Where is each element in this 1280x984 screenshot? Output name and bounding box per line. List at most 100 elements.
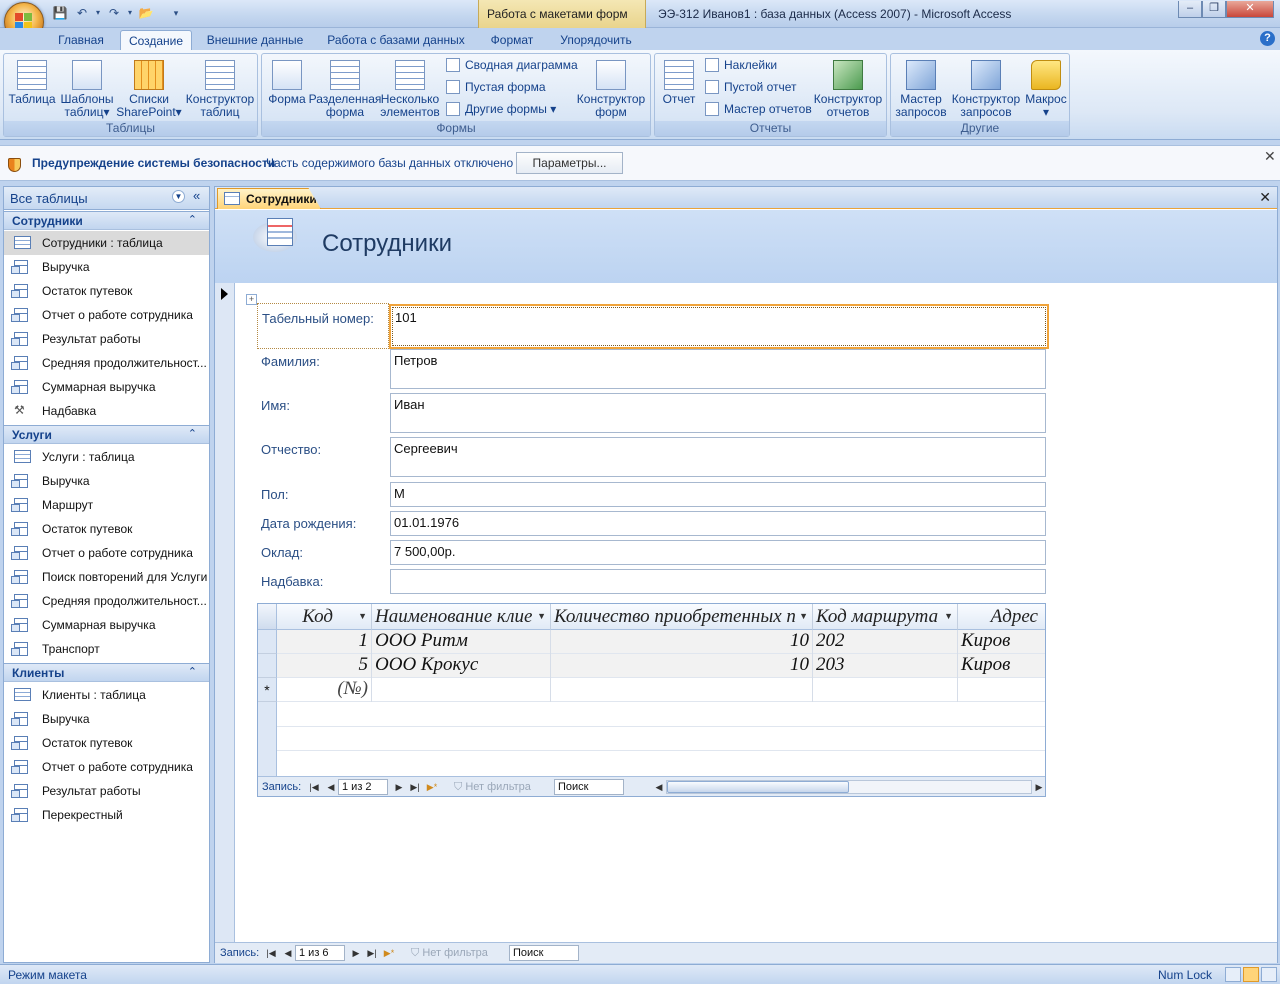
column-header-route-code[interactable]: Код маршрута ▼ xyxy=(813,604,958,630)
subform-record-position[interactable]: 1 из 2 xyxy=(338,779,388,795)
first-record-icon[interactable]: |◀ xyxy=(264,946,278,960)
form-view-icon[interactable] xyxy=(1225,967,1241,982)
table-cell[interactable]: 202 xyxy=(813,630,958,654)
labels-button[interactable]: Наклейки xyxy=(705,55,777,75)
field-value[interactable]: Сергеевич xyxy=(390,437,1046,477)
prev-record-icon[interactable]: ◀ xyxy=(324,780,338,794)
table-button[interactable]: Таблица xyxy=(7,60,57,106)
open-folder-icon[interactable]: 📂 xyxy=(138,5,154,21)
tab-arrange[interactable]: Упорядочить xyxy=(550,30,642,50)
column-header-client-name[interactable]: Наименование клие ▼ xyxy=(372,604,551,630)
nav-item[interactable]: Поиск повторений для Услуги xyxy=(4,565,209,589)
nav-item[interactable]: Результат работы xyxy=(4,327,209,351)
query-designer-button[interactable]: Конструктор запросов xyxy=(949,60,1023,119)
field-value[interactable]: 7 500,00р. xyxy=(390,540,1046,565)
record-selector[interactable] xyxy=(215,283,235,942)
nav-group-header[interactable]: Сотрудники ⌃ xyxy=(4,211,209,230)
prev-record-icon[interactable]: ◀ xyxy=(281,946,295,960)
document-tab-employees[interactable]: Сотрудники xyxy=(217,188,321,209)
collapse-group-icon[interactable]: ⌃ xyxy=(188,427,197,440)
nav-collapse-icon[interactable]: « xyxy=(193,188,200,203)
nav-item[interactable]: Перекрестный xyxy=(4,803,209,827)
subform-search-input[interactable]: Поиск xyxy=(554,779,624,795)
table-cell[interactable]: 10 xyxy=(551,630,813,654)
nav-item[interactable]: Сотрудники : таблица xyxy=(4,231,209,255)
new-record-icon[interactable]: ▶* xyxy=(382,946,396,960)
blank-report-button[interactable]: Пустой отчет xyxy=(705,77,797,97)
nav-item[interactable]: Выручка xyxy=(4,255,209,279)
navigation-pane-header[interactable]: Все таблицы ▼ « xyxy=(4,187,209,210)
nav-group-header[interactable]: Услуги ⌃ xyxy=(4,425,209,444)
close-document-icon[interactable]: ✕ xyxy=(1259,189,1271,206)
table-templates-button[interactable]: Шаблоны таблиц▾ xyxy=(59,60,115,119)
design-view-icon[interactable] xyxy=(1261,967,1277,982)
next-record-icon[interactable]: ▶ xyxy=(349,946,363,960)
horizontal-scrollbar[interactable] xyxy=(666,780,1032,794)
close-message-bar-icon[interactable]: ✕ xyxy=(1264,148,1276,165)
blank-form-button[interactable]: Пустая форма xyxy=(446,77,546,97)
layout-view-icon[interactable] xyxy=(1243,967,1259,982)
table-cell[interactable]: ООО Крокус xyxy=(372,654,551,678)
sharepoint-lists-button[interactable]: Списки SharePoint▾ xyxy=(116,60,182,119)
form-record-position[interactable]: 1 из 6 xyxy=(295,945,345,961)
field-value[interactable] xyxy=(390,569,1046,594)
nav-item[interactable]: Средняя продолжительност... xyxy=(4,351,209,375)
redo-dropdown-icon[interactable]: ▾ xyxy=(122,5,138,21)
form-designer-button[interactable]: Конструктор форм xyxy=(574,60,648,119)
field-value[interactable]: М xyxy=(390,482,1046,507)
table-cell[interactable]: 203 xyxy=(813,654,958,678)
nav-item[interactable]: Остаток путевок xyxy=(4,731,209,755)
nav-item[interactable]: Услуги : таблица xyxy=(4,445,209,469)
customize-qat-icon[interactable]: ▾ xyxy=(168,5,184,21)
column-header-quantity[interactable]: Количество приобретенных п ▼ xyxy=(551,604,813,630)
row-selector[interactable] xyxy=(258,654,277,678)
redo-icon[interactable]: ↷ xyxy=(106,5,122,21)
table-cell[interactable]: 5 xyxy=(277,654,372,678)
field-value[interactable]: Иван xyxy=(390,393,1046,433)
table-cell[interactable]: Киров xyxy=(958,630,1045,654)
nav-item[interactable]: Остаток путевок xyxy=(4,279,209,303)
pivot-chart-button[interactable]: Сводная диаграмма xyxy=(446,55,578,75)
other-forms-button[interactable]: Другие формы ▾ xyxy=(446,99,556,119)
row-selector[interactable] xyxy=(258,630,277,654)
nav-item[interactable]: Результат работы xyxy=(4,779,209,803)
field-value[interactable]: Петров xyxy=(390,349,1046,389)
report-designer-button[interactable]: Конструктор отчетов xyxy=(811,60,885,119)
tab-create[interactable]: Создание xyxy=(120,30,192,51)
undo-icon[interactable]: ↶ xyxy=(74,5,90,21)
form-no-filter-label[interactable]: ⛉ Нет фильтра xyxy=(411,947,488,960)
scroll-left-icon[interactable]: ◀ xyxy=(652,780,666,794)
report-wizard-button[interactable]: Мастер отчетов xyxy=(705,99,812,119)
multiple-items-button[interactable]: Несколько элементов xyxy=(380,60,440,119)
select-all-corner[interactable] xyxy=(258,604,277,630)
form-button[interactable]: Форма xyxy=(266,60,308,106)
nav-item[interactable]: Выручка xyxy=(4,469,209,493)
report-button[interactable]: Отчет xyxy=(659,60,699,106)
scrollbar-thumb[interactable] xyxy=(667,781,849,793)
collapse-group-icon[interactable]: ⌃ xyxy=(188,665,197,678)
table-cell[interactable]: Киров xyxy=(958,654,1045,678)
column-header-code[interactable]: Код ▼ xyxy=(277,604,372,630)
help-icon[interactable]: ? xyxy=(1260,31,1275,46)
nav-item[interactable]: Транспорт xyxy=(4,637,209,661)
table-row-new[interactable]: * (№) xyxy=(258,678,1045,702)
nav-item[interactable]: Маршрут xyxy=(4,493,209,517)
tab-external-data[interactable]: Внешние данные xyxy=(200,30,310,50)
table-designer-button[interactable]: Конструктор таблиц xyxy=(184,60,256,119)
nav-item[interactable]: Отчет о работе сотрудника xyxy=(4,541,209,565)
nav-item[interactable]: ⚒ Надбавка xyxy=(4,399,209,423)
nav-item[interactable]: Клиенты : таблица xyxy=(4,683,209,707)
tab-format[interactable]: Формат xyxy=(480,30,544,50)
close-button[interactable]: ✕ xyxy=(1226,1,1274,18)
table-row[interactable]: 5 ООО Крокус 10 203 Киров xyxy=(258,654,1045,678)
new-record-icon[interactable]: ▶* xyxy=(425,780,439,794)
nav-item[interactable]: Остаток путевок xyxy=(4,517,209,541)
last-record-icon[interactable]: ▶| xyxy=(365,946,379,960)
table-cell[interactable]: 1 xyxy=(277,630,372,654)
save-icon[interactable]: 💾 xyxy=(52,5,68,21)
form-search-input[interactable]: Поиск xyxy=(509,945,579,961)
nav-group-header[interactable]: Клиенты ⌃ xyxy=(4,663,209,682)
scroll-right-icon[interactable]: ▶ xyxy=(1032,780,1045,794)
nav-item[interactable]: Отчет о работе сотрудника xyxy=(4,755,209,779)
nav-item[interactable]: Суммарная выручка xyxy=(4,613,209,637)
